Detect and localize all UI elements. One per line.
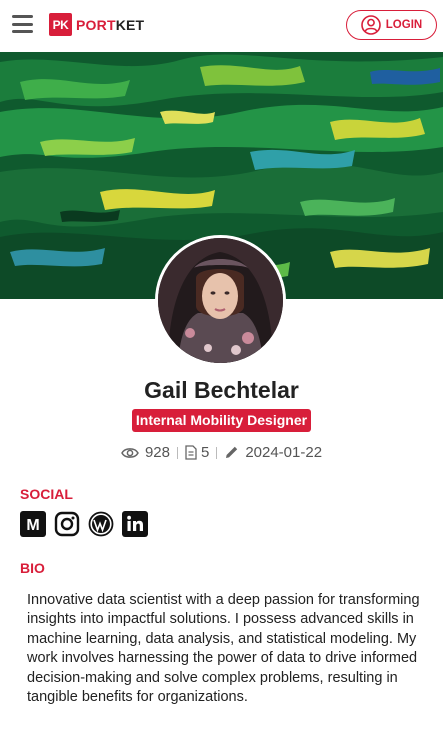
logo-brand-part-1: PORT — [76, 16, 116, 33]
pencil-icon — [226, 446, 238, 458]
documents-count: 5 — [200, 444, 210, 461]
role-badge: Internal Mobility Designer — [131, 409, 312, 432]
login-button[interactable]: LOGIN — [346, 10, 437, 40]
date-stat: 2024-01-22 — [224, 444, 322, 461]
document-icon — [185, 445, 197, 460]
linkedin-icon[interactable] — [122, 511, 148, 537]
logo-brand-part-2: KET — [115, 16, 145, 33]
medium-icon[interactable]: M — [20, 511, 46, 537]
role-badge-wrap: Internal Mobility Designer — [0, 409, 443, 432]
logo-text: PORTKET — [76, 17, 144, 33]
stat-divider — [216, 446, 218, 459]
hamburger-menu-icon[interactable] — [12, 14, 33, 34]
social-section-title: SOCIAL — [20, 486, 73, 502]
logo[interactable]: PK PORTKET — [49, 13, 144, 36]
wordpress-icon[interactable] — [88, 511, 114, 537]
bio-section-title: BIO — [20, 560, 45, 576]
top-header: PK PORTKET LOGIN — [0, 0, 443, 52]
instagram-icon[interactable] — [54, 511, 80, 537]
documents-stat: 5 — [185, 444, 209, 461]
svg-text:M: M — [26, 517, 39, 534]
profile-name: Gail Bechtelar — [144, 377, 299, 403]
social-links: M — [20, 511, 156, 537]
profile-stats: 928 5 2024-01-22 — [0, 444, 443, 461]
login-label: LOGIN — [385, 19, 423, 31]
views-count: 928 — [144, 444, 170, 461]
eye-icon — [121, 447, 139, 458]
user-circle-icon — [360, 15, 381, 35]
logo-mark: PK — [49, 13, 72, 36]
stat-divider — [176, 446, 178, 459]
profile-avatar — [155, 235, 286, 366]
bio-text: Innovative data scientist with a deep pa… — [27, 592, 420, 706]
updated-date: 2024-01-22 — [245, 444, 323, 461]
views-stat: 928 — [121, 444, 170, 461]
